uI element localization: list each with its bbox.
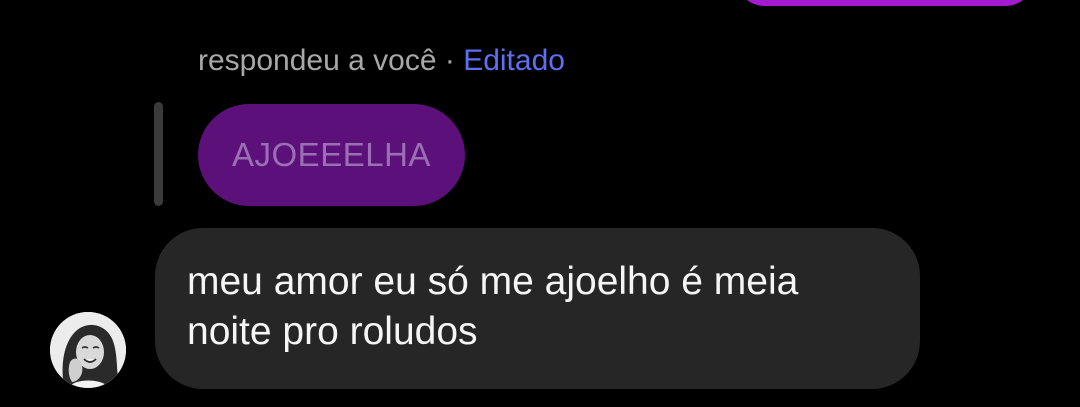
edited-label[interactable]: Editado — [463, 44, 565, 77]
sender-avatar[interactable] — [50, 312, 126, 388]
quoted-message-text: AJOEEELHA — [232, 136, 431, 173]
message-text-line-1: meu amor eu só me ajoelho é meia — [187, 260, 799, 303]
message-text-line-2: noite pro roludos — [187, 310, 478, 353]
reply-meta-text: respondeu a você — [198, 44, 437, 77]
message-bubble[interactable]: meu amor eu só me ajoelho é meia noite p… — [155, 228, 920, 389]
quote-indicator-bar — [154, 102, 163, 206]
quoted-message-bubble[interactable]: AJOEEELHA — [198, 104, 465, 206]
reply-meta-separator: · — [444, 44, 464, 77]
profile-photo-avatar-icon — [50, 312, 126, 388]
previous-message-bubble[interactable] — [735, 0, 1035, 6]
reply-header: respondeu a você · Editado — [198, 42, 565, 80]
